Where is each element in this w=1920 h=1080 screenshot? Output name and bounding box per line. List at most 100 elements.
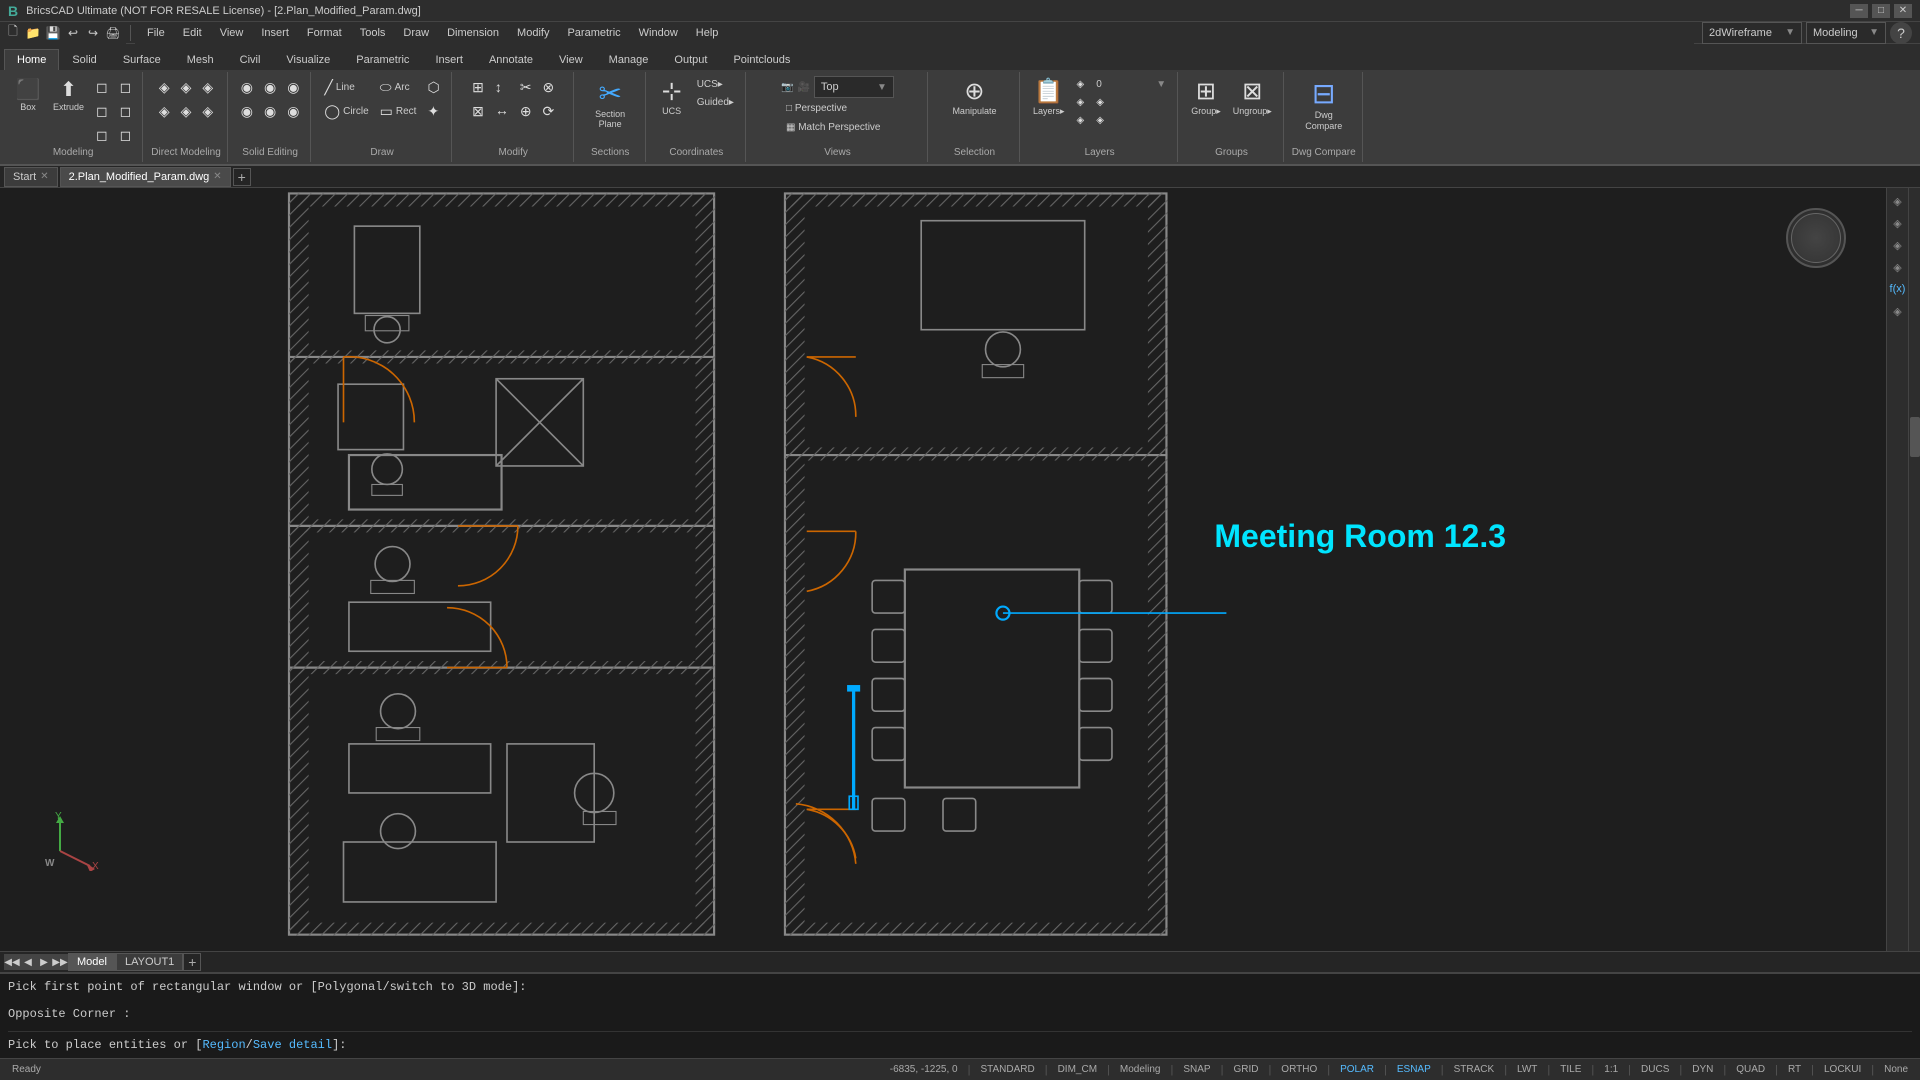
dm-btn-5[interactable]: ◈ <box>197 76 218 99</box>
view-top-dropdown[interactable]: Top ▼ <box>814 76 894 98</box>
redo-button[interactable]: ↪ <box>84 24 102 42</box>
small-btn-5[interactable]: ◻ <box>115 100 137 123</box>
perspective-button[interactable]: □ Perspective <box>781 100 852 117</box>
new-tab-button[interactable]: + <box>233 168 251 186</box>
menu-help[interactable]: Help <box>688 22 727 44</box>
group-button[interactable]: ⊞ Group▸ <box>1186 76 1226 121</box>
mod-btn-5[interactable]: ✂ <box>515 76 537 99</box>
status-lwt[interactable]: LWT <box>1513 1064 1541 1075</box>
layout-tab-model[interactable]: Model <box>68 953 116 971</box>
draw-btn-2[interactable]: ◯Circle <box>319 100 373 123</box>
dm-btn-3[interactable]: ◈ <box>176 76 197 99</box>
wireframe-dropdown[interactable]: 2dWireframe ▼ <box>1702 22 1802 44</box>
status-dim-cm[interactable]: DIM_CM <box>1054 1064 1101 1075</box>
close-plan-tab[interactable]: ✕ <box>213 171 221 182</box>
dm-btn-1[interactable]: ◈ <box>154 76 175 99</box>
rs-btn-2[interactable]: ◈ <box>1889 214 1907 232</box>
small-btn-2[interactable]: ◻ <box>91 100 113 123</box>
tab-home[interactable]: Home <box>4 49 59 70</box>
tab-solid[interactable]: Solid <box>59 49 109 70</box>
status-strack[interactable]: STRACK <box>1450 1064 1499 1075</box>
status-ducs[interactable]: DUCS <box>1637 1064 1673 1075</box>
menu-modify[interactable]: Modify <box>509 22 557 44</box>
section-plane-button[interactable]: ✂ Section Plane <box>585 76 635 134</box>
vertical-scrollbar[interactable] <box>1908 188 1920 951</box>
command-input-field[interactable] <box>346 1038 1912 1052</box>
save-button[interactable]: 💾 <box>44 24 62 42</box>
menu-view[interactable]: View <box>212 22 252 44</box>
layout-tab-layout1[interactable]: LAYOUT1 <box>116 953 183 971</box>
status-modeling[interactable]: Modeling <box>1116 1064 1165 1075</box>
rs-btn-6[interactable]: ◈ <box>1889 302 1907 320</box>
status-ratio[interactable]: 1:1 <box>1600 1064 1622 1075</box>
status-polar[interactable]: POLAR <box>1336 1064 1378 1075</box>
status-esnap[interactable]: ESNAP <box>1393 1064 1435 1075</box>
new-button[interactable]: 🗋 <box>4 24 22 42</box>
draw-btn-6[interactable]: ✦ <box>422 100 444 123</box>
layers-button[interactable]: 📋 Layers▸ <box>1028 76 1070 121</box>
ungroup-button[interactable]: ⊠ Ungroup▸ <box>1228 76 1277 121</box>
small-btn-1[interactable]: ◻ <box>91 76 113 99</box>
tab-insert[interactable]: Insert <box>422 49 476 70</box>
layer-btn-3[interactable]: ◈ <box>1071 112 1089 129</box>
status-quad[interactable]: QUAD <box>1732 1064 1769 1075</box>
minimize-button[interactable]: ─ <box>1850 4 1868 18</box>
mod-btn-3[interactable]: ↕ <box>490 76 514 98</box>
rs-btn-3[interactable]: ◈ <box>1889 236 1907 254</box>
maximize-button[interactable]: □ <box>1872 4 1890 18</box>
layer-btn-6[interactable]: ◈ <box>1091 112 1171 129</box>
dm-btn-6[interactable]: ◈ <box>197 100 218 123</box>
mod-btn-7[interactable]: ⊗ <box>538 76 560 99</box>
nav-first[interactable]: ◀◀ <box>4 954 20 970</box>
se-btn-5[interactable]: ◉ <box>282 76 304 99</box>
coord-btn-1[interactable]: UCS▸ <box>692 76 739 93</box>
status-dyn[interactable]: DYN <box>1688 1064 1717 1075</box>
draw-btn-4[interactable]: ▭Rect <box>375 100 422 123</box>
layer-btn-1[interactable]: ◈ <box>1071 76 1089 93</box>
se-btn-2[interactable]: ◉ <box>236 100 258 123</box>
se-btn-4[interactable]: ◉ <box>259 100 281 123</box>
mod-btn-6[interactable]: ⊕ <box>515 100 537 123</box>
rs-btn-1[interactable]: ◈ <box>1889 192 1907 210</box>
help-search-button[interactable]: ? <box>1890 22 1912 44</box>
tab-view[interactable]: View <box>546 49 596 70</box>
close-button[interactable]: ✕ <box>1894 4 1912 18</box>
menu-window[interactable]: Window <box>631 22 686 44</box>
draw-btn-5[interactable]: ⬡ <box>422 76 444 99</box>
status-tile[interactable]: TILE <box>1556 1064 1585 1075</box>
status-grid[interactable]: GRID <box>1229 1064 1262 1075</box>
small-btn-3[interactable]: ◻ <box>91 124 113 147</box>
tab-civil[interactable]: Civil <box>227 49 274 70</box>
menu-file[interactable]: File <box>139 22 173 44</box>
tab-output[interactable]: Output <box>661 49 720 70</box>
status-snap[interactable]: SNAP <box>1179 1064 1214 1075</box>
open-button[interactable]: 📁 <box>24 24 42 42</box>
tab-manage[interactable]: Manage <box>596 49 662 70</box>
rs-btn-4[interactable]: ◈ <box>1889 258 1907 276</box>
mod-btn-8[interactable]: ⟳ <box>538 100 560 123</box>
box-button[interactable]: ⬛ Box <box>10 76 46 117</box>
modeling-dropdown[interactable]: Modeling ▼ <box>1806 22 1886 44</box>
tab-mesh[interactable]: Mesh <box>174 49 227 70</box>
tab-visualize[interactable]: Visualize <box>273 49 343 70</box>
viewport[interactable]: Meeting Room 12.3 Y X W <box>0 188 1886 951</box>
nav-next[interactable]: ▶ <box>36 954 52 970</box>
dm-btn-4[interactable]: ◈ <box>176 100 197 123</box>
se-btn-1[interactable]: ◉ <box>236 76 258 99</box>
mod-btn-2[interactable]: ⊠ <box>467 100 489 123</box>
small-btn-6[interactable]: ◻ <box>115 124 137 147</box>
menu-draw[interactable]: Draw <box>395 22 437 44</box>
mod-btn-4[interactable]: ↔ <box>490 99 514 121</box>
match-perspective-button[interactable]: ▦ Match Perspective <box>781 119 885 136</box>
draw-btn-3[interactable]: ⬭Arc <box>375 76 422 99</box>
draw-btn-1[interactable]: ╱Line <box>319 76 373 99</box>
undo-button[interactable]: ↩ <box>64 24 82 42</box>
status-standard[interactable]: STANDARD <box>976 1064 1038 1075</box>
status-ortho[interactable]: ORTHO <box>1277 1064 1321 1075</box>
status-none[interactable]: None <box>1880 1064 1912 1075</box>
se-btn-3[interactable]: ◉ <box>259 76 281 99</box>
manipulate-button[interactable]: ⊕ Manipulate <box>947 76 1001 121</box>
layer-btn-2[interactable]: ◈ <box>1071 94 1089 111</box>
ucs-button[interactable]: ⊹ UCS <box>654 76 690 121</box>
small-btn-4[interactable]: ◻ <box>115 76 137 99</box>
